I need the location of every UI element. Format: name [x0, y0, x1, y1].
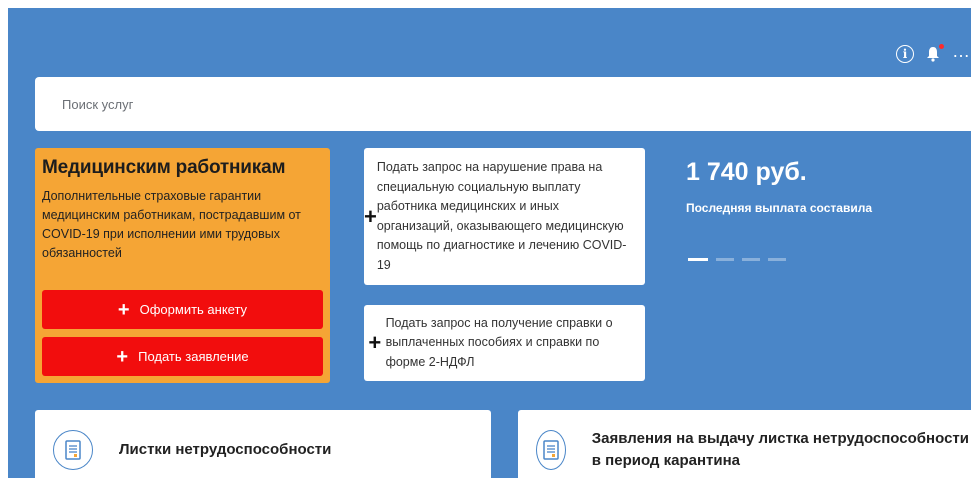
bell-icon[interactable] — [926, 44, 944, 62]
info-icon[interactable]: i — [896, 45, 914, 63]
payment-amount: 1 740 руб. — [686, 158, 807, 186]
request-label: Подать запрос на получение справки о вып… — [385, 315, 613, 369]
document-icon — [536, 430, 566, 470]
carousel-dot[interactable] — [688, 258, 708, 261]
med-card-description: Дополнительные страховые гарантии медици… — [42, 189, 301, 260]
plus-icon: + — [117, 298, 130, 321]
plus-icon: + — [364, 203, 377, 229]
header-actions: i … — [896, 42, 971, 64]
request-label: Подать запрос на нарушение права на спец… — [376, 160, 627, 272]
notification-dot — [939, 44, 944, 49]
search-input[interactable]: Поиск услуг — [35, 77, 971, 131]
tile-title: Листки нетрудоспособности — [119, 441, 332, 458]
fill-form-label: Оформить анкету — [139, 302, 248, 317]
quarantine-sick-leave-tile[interactable]: Заявления на выдачу листка нетрудоспособ… — [518, 410, 971, 478]
request-rights-violation-card[interactable]: + Подать запрос на нарушение права на сп… — [364, 148, 645, 285]
fill-form-button[interactable]: + Оформить анкету — [42, 290, 323, 329]
med-workers-card: Медицинским работникам Дополнительные ст… — [35, 148, 330, 383]
hero-section: i … Поиск услуг Медицинским работникам Д… — [8, 8, 971, 478]
sick-leave-tile[interactable]: Листки нетрудоспособности — [35, 410, 491, 478]
carousel-dot[interactable] — [742, 258, 760, 261]
document-icon — [53, 430, 93, 470]
submit-application-button[interactable]: + Подать заявление — [42, 337, 323, 376]
request-certificate-card[interactable]: + Подать запрос на получение справки о в… — [364, 305, 645, 381]
carousel-dot[interactable] — [768, 258, 786, 261]
more-icon[interactable]: … — [952, 42, 971, 60]
tile-title: Заявления на выдачу листка нетрудоспособ… — [591, 430, 969, 469]
carousel-indicators — [688, 258, 786, 261]
search-placeholder: Поиск услуг — [62, 96, 134, 112]
plus-icon: + — [368, 330, 382, 355]
submit-application-label: Подать заявление — [138, 349, 249, 364]
page: i … Поиск услуг Медицинским работникам Д… — [0, 0, 971, 478]
carousel-dot[interactable] — [716, 258, 734, 261]
med-card-title: Медицинским работникам — [42, 157, 286, 178]
plus-icon: + — [116, 345, 129, 368]
payment-label: Последняя выплата составила — [686, 201, 872, 215]
last-payment-widget: 1 740 руб. Последняя выплата составила — [686, 158, 872, 215]
